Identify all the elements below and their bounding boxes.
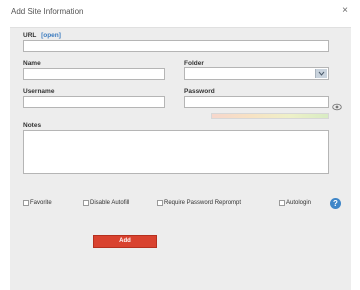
url-label: URL — [23, 32, 37, 39]
username-label: Username — [23, 88, 55, 95]
password-input[interactable] — [184, 96, 329, 108]
url-label-row: URL [open] — [23, 32, 61, 39]
chevron-down-icon[interactable] — [315, 69, 327, 78]
password-label: Password — [184, 88, 215, 95]
require-reprompt-checkbox[interactable]: Require Password Reprompt — [157, 200, 241, 206]
disable-autofill-checkbox-box[interactable] — [83, 200, 89, 206]
help-icon[interactable]: ? — [330, 198, 341, 209]
disable-autofill-label: Disable Autofill — [90, 200, 130, 206]
url-open-link[interactable]: [open] — [41, 32, 61, 39]
favorite-checkbox[interactable]: Favorite — [23, 200, 52, 206]
require-reprompt-label: Require Password Reprompt — [164, 200, 242, 206]
url-input[interactable] — [23, 40, 329, 52]
favorite-checkbox-box[interactable] — [23, 200, 29, 206]
folder-label: Folder — [184, 60, 204, 67]
favorite-label: Favorite — [30, 200, 52, 206]
eye-icon[interactable] — [332, 98, 342, 111]
add-site-dialog: Add Site Information × URL [open] Name F… — [0, 0, 360, 290]
password-strength-meter — [211, 113, 329, 119]
close-icon[interactable]: × — [340, 5, 350, 17]
disable-autofill-checkbox[interactable]: Disable Autofill — [83, 200, 129, 206]
folder-select[interactable] — [184, 67, 329, 80]
name-input[interactable] — [23, 68, 165, 80]
dialog-title: Add Site Information — [11, 7, 84, 16]
autologin-checkbox-box[interactable] — [279, 200, 285, 206]
username-input[interactable] — [23, 96, 165, 108]
name-label: Name — [23, 60, 41, 67]
notes-textarea[interactable] — [23, 130, 329, 174]
notes-label: Notes — [23, 122, 42, 129]
add-button[interactable]: Add — [93, 235, 157, 248]
autologin-label: Autologin — [286, 200, 312, 206]
autologin-checkbox[interactable]: Autologin — [279, 200, 311, 206]
require-reprompt-checkbox-box[interactable] — [157, 200, 163, 206]
